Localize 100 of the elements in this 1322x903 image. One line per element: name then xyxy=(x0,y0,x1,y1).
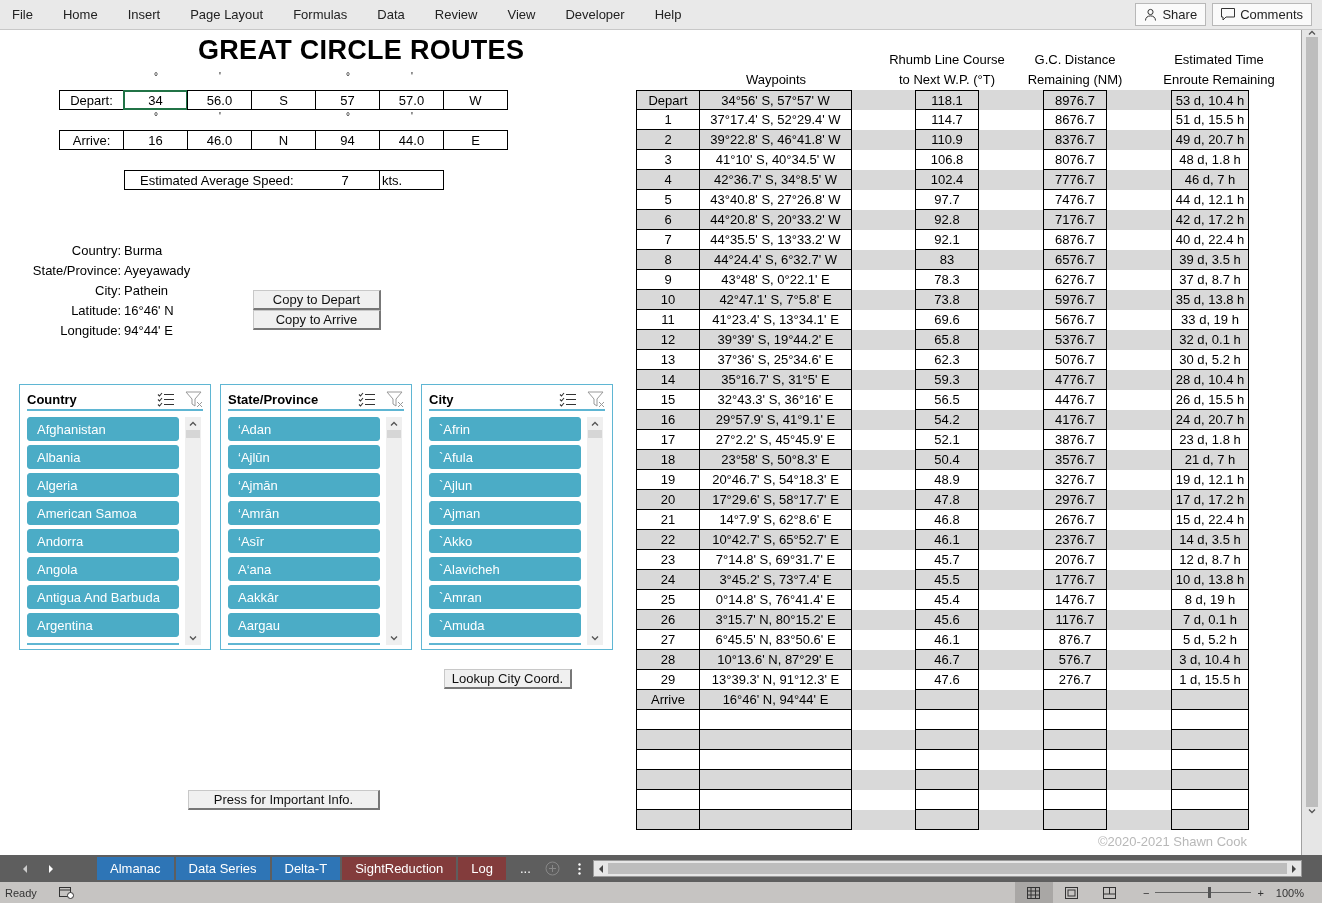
table-cell: 118.1 xyxy=(915,90,979,110)
status-text: Ready xyxy=(5,886,37,899)
info-button[interactable]: Press for Important Info. xyxy=(188,790,380,810)
caret-up-icon[interactable] xyxy=(1308,30,1316,35)
sheet-tab[interactable]: Almanac xyxy=(97,857,174,880)
sheet-tab[interactable]: Log xyxy=(458,857,506,880)
speed-value[interactable]: 7 xyxy=(330,172,360,188)
menu-tab[interactable]: Insert xyxy=(127,7,161,22)
copy-button[interactable]: Copy to Depart xyxy=(253,290,381,310)
scroll-left-icon[interactable] xyxy=(22,864,28,873)
menu-tab[interactable]: Home xyxy=(62,7,98,22)
slicer-scrollbar[interactable] xyxy=(587,417,603,645)
share-button[interactable]: Share xyxy=(1135,3,1207,26)
info-value: Ayeyawady xyxy=(124,262,192,278)
horizontal-scrollbar[interactable] xyxy=(592,860,1302,877)
grid-icon xyxy=(1027,886,1041,899)
menu-tab[interactable]: Formulas xyxy=(293,7,348,22)
caret-down-icon[interactable] xyxy=(189,636,197,641)
vertical-scrollbar[interactable] xyxy=(1301,30,1322,855)
multi-select-icon[interactable] xyxy=(358,391,376,407)
comments-button[interactable]: Comments xyxy=(1212,3,1312,26)
column-header: to Next W.P. (°T) xyxy=(899,71,995,89)
menu-tab[interactable]: Review xyxy=(434,7,478,22)
speed-unit: kts. xyxy=(380,170,444,190)
table-cell xyxy=(915,810,979,830)
coordinate-cell[interactable]: 57 xyxy=(315,90,380,110)
coordinate-cell[interactable]: N xyxy=(251,130,316,150)
coordinate-cell[interactable]: 34 xyxy=(123,90,188,110)
coordinate-cell[interactable]: 44.0 xyxy=(379,130,444,150)
column-header: Estimated Time xyxy=(1174,51,1264,69)
more-tabs[interactable]: ... xyxy=(520,861,531,876)
slicer-scrollbar[interactable] xyxy=(386,417,402,645)
zoom-out-button[interactable]: − xyxy=(1143,886,1150,899)
view-button[interactable] xyxy=(1015,882,1053,903)
menu-tab[interactable]: File xyxy=(12,7,33,22)
multi-select-icon[interactable] xyxy=(559,391,577,407)
multi-select-icon[interactable] xyxy=(157,391,175,407)
share-icon xyxy=(1144,8,1158,21)
unit-mark: ' xyxy=(218,70,222,84)
coordinate-cell[interactable]: 94 xyxy=(315,130,380,150)
menu-tab[interactable]: View xyxy=(507,7,536,22)
scroll-right-icon[interactable] xyxy=(1291,864,1297,873)
menu-tab[interactable]: Data xyxy=(377,7,405,22)
table-cell xyxy=(636,810,700,830)
coordinate-cell[interactable]: W xyxy=(443,90,508,110)
zoom-thumb[interactable] xyxy=(1208,887,1212,898)
slicer-title: City xyxy=(429,391,455,407)
coordinate-cell[interactable]: 57.0 xyxy=(379,90,444,110)
coordinate-cell[interactable]: 56.0 xyxy=(187,90,252,110)
unit-mark: ° xyxy=(345,110,351,124)
page-break-icon xyxy=(1103,886,1117,899)
caret-up-icon[interactable] xyxy=(591,421,599,426)
caret-up-icon[interactable] xyxy=(390,421,398,426)
info-value: 94°44' E xyxy=(124,322,174,338)
unit-mark: ' xyxy=(218,110,222,124)
unit-mark: ° xyxy=(345,70,351,84)
unit-mark: ° xyxy=(153,110,159,124)
scroll-thumb[interactable] xyxy=(186,430,200,438)
clear-filter-icon[interactable] xyxy=(185,390,203,408)
table-cell: Depart xyxy=(636,90,700,110)
clear-filter-icon[interactable] xyxy=(587,390,605,408)
scroll-right-icon[interactable] xyxy=(48,864,54,873)
sheet-tab[interactable]: Data Series xyxy=(175,857,270,880)
copy-button[interactable]: Copy to Arrive xyxy=(253,310,381,330)
table-cell xyxy=(1043,810,1107,830)
coordinate-cell[interactable]: 16 xyxy=(123,130,188,150)
menu-tab[interactable]: Page Layout xyxy=(190,7,264,22)
macro-record-icon[interactable] xyxy=(58,886,74,899)
coordinate-cell[interactable]: E xyxy=(443,130,508,150)
scroll-thumb[interactable] xyxy=(387,430,401,438)
copyright-text: ©2020-2021 Shawn Cook xyxy=(1097,834,1247,849)
sheet-tab[interactable]: Delta-T xyxy=(271,857,341,880)
info-value: 16°46' N xyxy=(124,302,175,318)
more-options-icon[interactable] xyxy=(577,862,581,875)
row-label: Depart: xyxy=(59,90,124,110)
zoom-in-button[interactable]: + xyxy=(1257,886,1264,899)
coordinate-cell[interactable]: S xyxy=(251,90,316,110)
clear-filter-icon[interactable] xyxy=(386,390,404,408)
sheet-tab[interactable]: SightReduction xyxy=(342,857,457,880)
caret-down-icon[interactable] xyxy=(591,636,599,641)
column-header: G.C. Distance xyxy=(1034,51,1116,69)
menu-tab[interactable]: Help xyxy=(654,7,682,22)
unit-mark: ° xyxy=(153,70,159,84)
caret-up-icon[interactable] xyxy=(189,421,197,426)
comment-icon xyxy=(1221,8,1236,21)
scroll-left-icon[interactable] xyxy=(597,864,604,873)
page-icon xyxy=(1065,886,1079,899)
caret-down-icon[interactable] xyxy=(390,636,398,641)
menu-tab[interactable]: Developer xyxy=(565,7,625,22)
scroll-thumb[interactable] xyxy=(588,430,602,438)
slicer-scrollbar[interactable] xyxy=(185,417,201,645)
coordinate-cell[interactable]: 46.0 xyxy=(187,130,252,150)
zoom-percent: 100% xyxy=(1275,886,1304,899)
lookup-button[interactable]: Lookup City Coord. xyxy=(444,669,572,689)
column-header: Waypoints xyxy=(745,71,807,89)
unit-mark: ' xyxy=(410,110,414,124)
caret-down-icon[interactable] xyxy=(1308,809,1316,814)
info-value: Pathein xyxy=(124,282,170,298)
table-cell: 8976.7 xyxy=(1043,90,1107,110)
column-header: Enroute Remaining xyxy=(1163,71,1275,89)
